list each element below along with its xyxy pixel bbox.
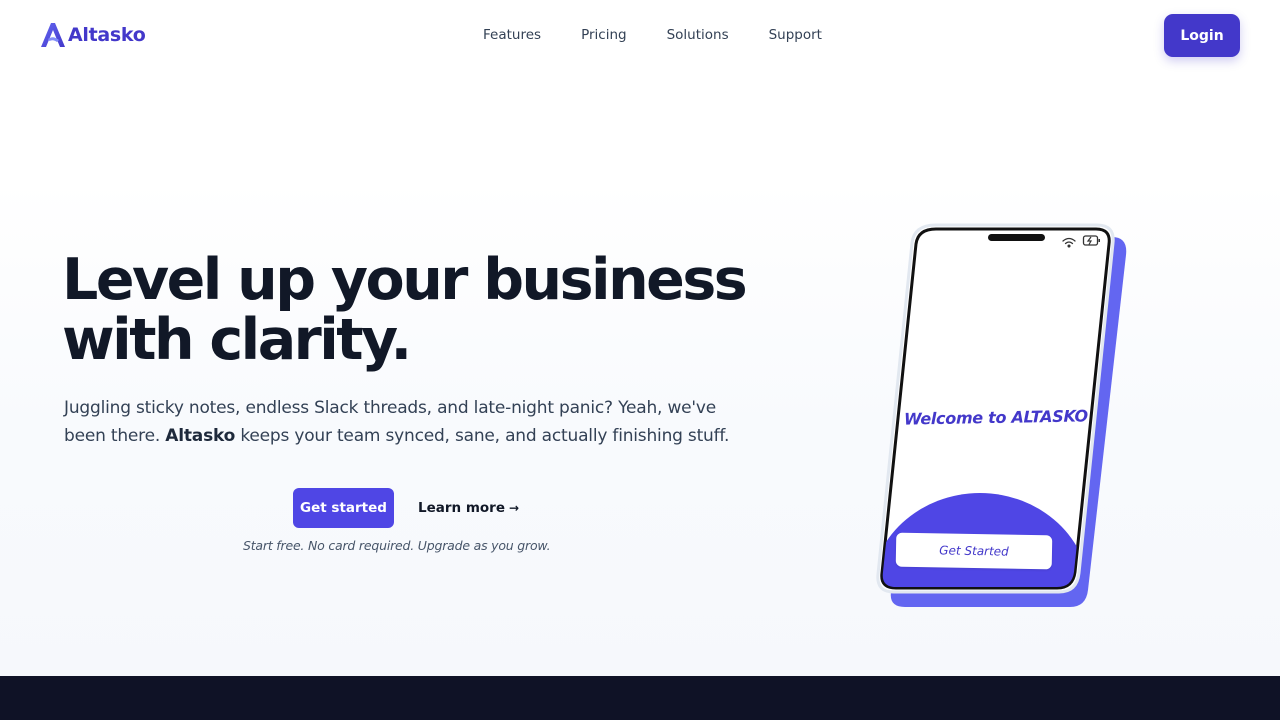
a-logo-icon: [41, 23, 65, 47]
hero-subtitle: Juggling sticky notes, endless Slack thr…: [64, 394, 754, 450]
brand-logo[interactable]: Altasko: [40, 20, 146, 50]
hero-title-line2: with clarity.: [62, 307, 412, 373]
hero-subtitle-brand: Altasko: [165, 426, 236, 446]
nav-item-support[interactable]: Support: [769, 26, 822, 44]
landing-page: Altasko Features Pricing Solutions Suppo…: [0, 0, 1280, 720]
footer-band: [0, 676, 1280, 720]
nav-item-solutions[interactable]: Solutions: [667, 26, 729, 44]
phone-notch: [988, 234, 1045, 241]
learn-more-label: Learn more: [418, 500, 505, 516]
nav-item-features[interactable]: Features: [483, 26, 541, 44]
phone-get-started-button: Get Started: [895, 532, 1053, 570]
learn-more-link[interactable]: Learn more →: [418, 500, 519, 516]
brand-name: Altasko: [68, 24, 146, 46]
nav-item-pricing[interactable]: Pricing: [581, 26, 627, 44]
hero-subtitle-part2: keeps your team synced, sane, and actual…: [235, 426, 730, 446]
phone-mockup: Welcome to ALTASKO Get Started: [860, 215, 1140, 615]
phone-welcome-text: Welcome to ALTASKO: [904, 406, 1088, 429]
hero-title: Level up your business with clarity.: [62, 250, 762, 370]
hero-title-line1: Level up your business: [62, 247, 748, 313]
cta-row: Get started Learn more →: [293, 488, 519, 528]
arrow-right-icon: →: [509, 501, 520, 515]
site-header: Altasko Features Pricing Solutions Suppo…: [0, 0, 1280, 72]
hero-note: Start free. No card required. Upgrade as…: [243, 538, 551, 553]
get-started-button[interactable]: Get started: [293, 488, 394, 528]
main-nav: Features Pricing Solutions Support: [483, 26, 822, 44]
login-button[interactable]: Login: [1164, 14, 1240, 57]
